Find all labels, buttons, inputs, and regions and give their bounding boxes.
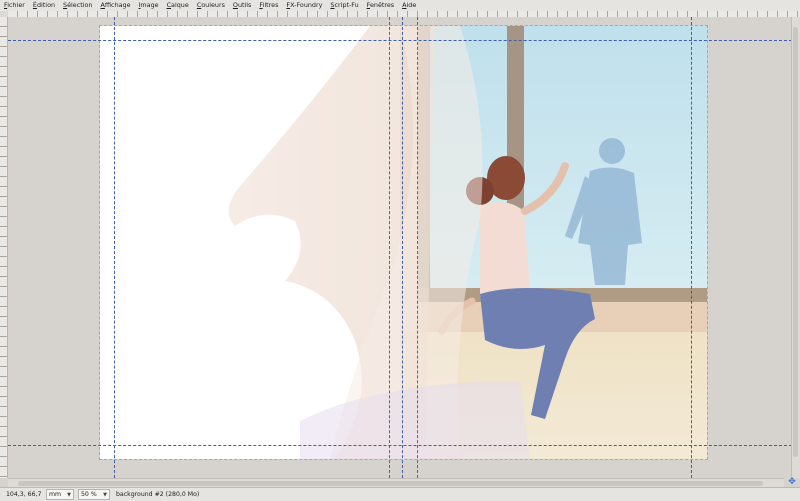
menu-edition[interactable]: Édition [29, 0, 59, 11]
pointer-coordinates: 104,3, 66,7 [6, 491, 42, 498]
menu-fenetres[interactable]: Fenêtres [363, 0, 399, 11]
guide-vertical-center[interactable] [402, 17, 403, 478]
nav-cross-icon[interactable]: ✥ [784, 478, 800, 487]
menu-fx-foundry[interactable]: FX-Foundry [282, 0, 326, 11]
menu-aide[interactable]: Aide [398, 0, 420, 11]
guide-vertical-spine-left[interactable] [389, 17, 390, 478]
menu-fichier[interactable]: Fichier [0, 0, 29, 11]
menu-affichage[interactable]: Affichage [97, 0, 135, 11]
vertical-scrollbar[interactable] [791, 17, 800, 478]
horizontal-scroll-thumb[interactable] [18, 481, 763, 486]
guide-vertical-spine-right[interactable] [417, 17, 418, 478]
guide-horizontal-bottom[interactable] [8, 445, 792, 446]
status-message: background #2 (280,0 Mo) [116, 491, 200, 498]
guide-vertical-right[interactable] [691, 17, 692, 478]
zoom-select[interactable]: 50 % ▼ [78, 489, 110, 500]
chevron-down-icon: ▼ [103, 491, 107, 498]
menu-outils[interactable]: Outils [229, 0, 255, 11]
guide-horizontal-top[interactable] [8, 40, 792, 41]
image-canvas[interactable] [99, 25, 708, 460]
unit-value: mm [49, 491, 62, 498]
canvas-area[interactable] [8, 17, 792, 478]
menu-couleurs[interactable]: Couleurs [193, 0, 229, 11]
menu-script-fu[interactable]: Script-Fu [326, 0, 362, 11]
artwork [100, 26, 707, 459]
menu-filtres[interactable]: Filtres [255, 0, 282, 11]
status-bar: 104,3, 66,7 mm ▼ 50 % ▼ background #2 (2… [0, 487, 800, 501]
unit-select[interactable]: mm ▼ [46, 489, 74, 500]
menu-selection[interactable]: Sélection [59, 0, 96, 11]
vertical-scroll-thumb[interactable] [793, 27, 798, 457]
menu-image[interactable]: Image [135, 0, 163, 11]
vertical-ruler[interactable] [0, 17, 8, 478]
chevron-down-icon: ▼ [67, 491, 71, 498]
menu-calque[interactable]: Calque [163, 0, 193, 11]
zoom-value: 50 % [81, 491, 97, 498]
guide-vertical-left[interactable] [114, 17, 115, 478]
